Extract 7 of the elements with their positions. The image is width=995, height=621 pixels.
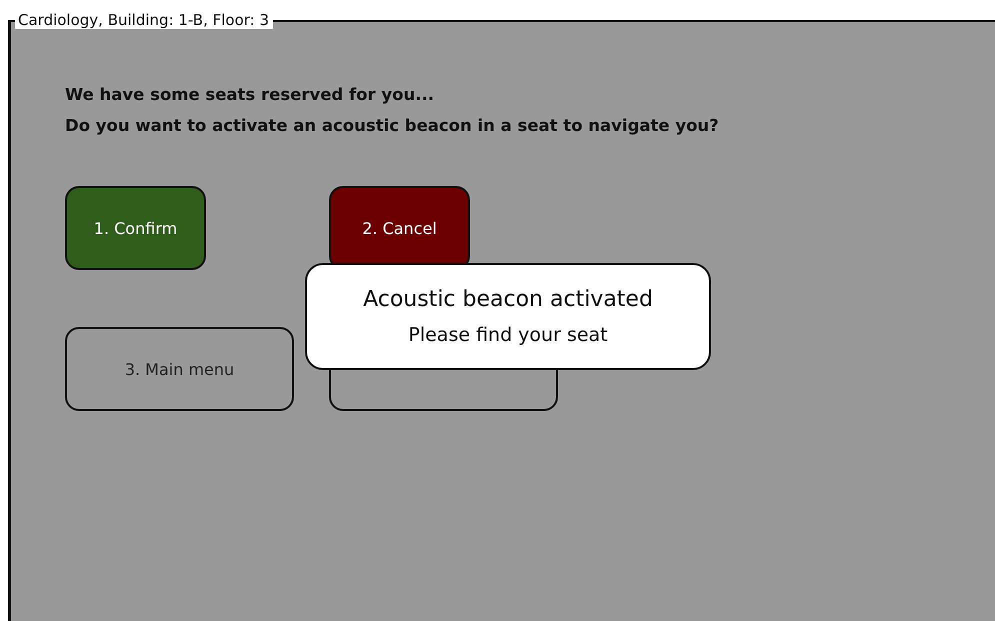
option-button[interactable]: 3. Main menu (65, 327, 294, 411)
toast-title: Acoustic beacon activated (363, 287, 653, 312)
prompt-text: Do you want to activate an acoustic beacon in a seat to navigate you? (65, 115, 720, 137)
prompt-text: We have some seats reserved for you... (65, 84, 436, 106)
toast-message: Please find your seat (408, 324, 608, 346)
option-button[interactable]: 1. Confirm (65, 186, 206, 270)
panel-title: Cardiology, Building: 1-B, Floor: 3 (15, 11, 274, 29)
